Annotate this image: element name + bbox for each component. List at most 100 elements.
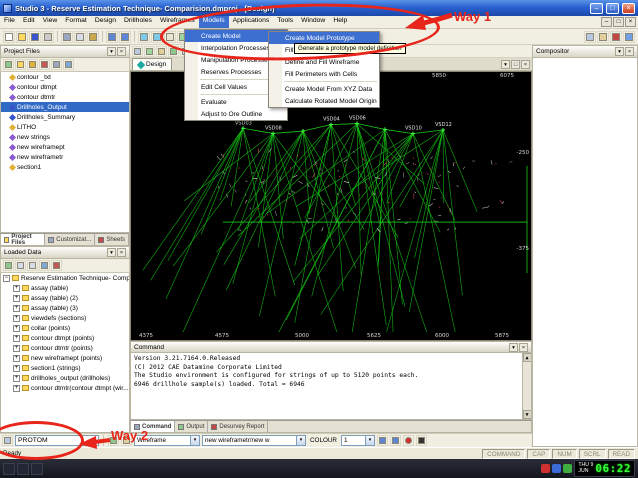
command-pin-icon[interactable]: ▾ — [509, 343, 518, 352]
tree-item[interactable]: new strings — [1, 132, 129, 142]
cut-icon[interactable] — [61, 31, 73, 43]
taskbar-app-icon[interactable] — [3, 463, 15, 475]
record-icon[interactable] — [403, 435, 414, 446]
tree-item[interactable]: +assay (table) (3) — [1, 303, 129, 313]
expand-icon[interactable]: + — [13, 325, 20, 332]
tree-item[interactable]: contour _txt — [1, 72, 129, 82]
loaded-data-close-icon[interactable]: × — [117, 248, 126, 257]
ld-collapse-icon[interactable] — [27, 260, 38, 271]
menu-item-adjust-to-ore-outline[interactable]: Adjust to Ore Outline — [185, 108, 287, 120]
tree-item[interactable]: +collar (points) — [1, 323, 129, 333]
maximize-button[interactable]: □ — [606, 3, 619, 14]
ld-expand-icon[interactable] — [15, 260, 26, 271]
menu-wireframes[interactable]: Wireframes — [156, 16, 199, 28]
colour-combo[interactable]: 1 ▾ — [341, 435, 375, 446]
tree-item-selected[interactable]: Drillholes_Output — [1, 102, 129, 112]
expand-icon[interactable]: + — [13, 295, 20, 302]
ld-remove-icon[interactable] — [51, 260, 62, 271]
expand-icon[interactable]: + — [13, 345, 20, 352]
tree-item[interactable]: +contour dtmtr (points) — [1, 343, 129, 353]
help-icon[interactable] — [623, 31, 635, 43]
viewtab-restore-icon[interactable]: □ — [511, 60, 520, 69]
menu-item-define-and-fill-wireframe[interactable]: Define and Fill Wireframe — [269, 56, 379, 68]
menu-item-create-model-from-xyz[interactable]: Create Model From XYZ Data — [269, 83, 379, 95]
tree-item[interactable]: LITHO — [1, 122, 129, 132]
chevron-down-icon[interactable]: ▾ — [365, 436, 374, 445]
table-view-icon[interactable] — [597, 31, 609, 43]
menu-item-calculate-rotated-model-origin[interactable]: Calculate Rotated Model Origin — [269, 95, 379, 107]
menu-tools[interactable]: Tools — [273, 16, 297, 28]
chevron-down-icon[interactable]: ▾ — [296, 436, 305, 445]
menu-format[interactable]: Format — [61, 16, 91, 28]
pf-export-icon[interactable] — [27, 59, 38, 70]
tab-project-files[interactable]: Project Files — [1, 234, 45, 245]
zoom-out-icon[interactable] — [151, 31, 163, 43]
compositor-body[interactable] — [532, 58, 638, 447]
menu-edit[interactable]: Edit — [19, 16, 39, 28]
pf-delete-icon[interactable] — [39, 59, 50, 70]
scroll-up-icon[interactable]: ▲ — [523, 353, 532, 362]
expand-icon[interactable]: + — [13, 335, 20, 342]
tree-item[interactable]: +contour dtmtr(contour dtmpt (wir... — [1, 383, 129, 393]
refresh-view-icon[interactable] — [168, 46, 179, 57]
tree-item[interactable]: contour dtmtr — [1, 92, 129, 102]
tree-item[interactable]: new wireframept — [1, 142, 129, 152]
section-view-icon[interactable] — [144, 46, 155, 57]
pf-properties-icon[interactable] — [51, 59, 62, 70]
ld-filter-icon[interactable] — [39, 260, 50, 271]
menu-item-fill-perimeters-with-cells[interactable]: Fill Perimeters with Cells — [269, 68, 379, 80]
compositor-close-icon[interactable]: × — [625, 47, 634, 56]
open-file-icon[interactable] — [16, 31, 28, 43]
tab-design[interactable]: Design — [132, 58, 172, 70]
command-scrollbar[interactable]: ▲ ▼ — [522, 353, 531, 419]
tree-item[interactable]: Drillholes_Summary — [1, 112, 129, 122]
loaded-data-pin-icon[interactable]: ▾ — [107, 248, 116, 257]
expand-icon[interactable]: + — [13, 365, 20, 372]
tray-network-icon[interactable] — [552, 464, 561, 473]
pf-import-icon[interactable] — [15, 59, 26, 70]
pan-icon[interactable] — [164, 31, 176, 43]
tree-item[interactable]: +new wireframept (points) — [1, 353, 129, 363]
tree-item[interactable]: +viewdefs (sections) — [1, 313, 129, 323]
tab-sheets[interactable]: Sheets — [95, 234, 129, 245]
tray-status-icon[interactable] — [563, 464, 572, 473]
tree-item[interactable]: +section1 (strings) — [1, 363, 129, 373]
redo-icon[interactable] — [119, 31, 131, 43]
zoom-in-icon[interactable] — [138, 31, 150, 43]
tree-item[interactable]: +assay (table) — [1, 283, 129, 293]
menu-drillholes[interactable]: Drillholes — [120, 16, 156, 28]
chevron-down-icon[interactable]: ▾ — [190, 436, 199, 445]
tab-desurvey-report[interactable]: Desurvey Report — [208, 421, 268, 432]
mdi-restore-button[interactable]: □ — [613, 17, 624, 27]
collapse-icon[interactable]: − — [3, 275, 10, 282]
expand-icon[interactable]: + — [13, 305, 20, 312]
taskbar-app-icon[interactable] — [17, 463, 29, 475]
tree-item[interactable]: +contour dtmpt (points) — [1, 333, 129, 343]
tab-command[interactable]: Command — [131, 421, 175, 432]
menu-design[interactable]: Design — [91, 16, 120, 28]
project-files-close-icon[interactable]: × — [117, 47, 126, 56]
tab-output[interactable]: Output — [175, 421, 208, 432]
paste-icon[interactable] — [87, 31, 99, 43]
ld-refresh-icon[interactable] — [3, 260, 14, 271]
macro-icon[interactable] — [121, 435, 132, 446]
plan-view-icon[interactable] — [132, 46, 143, 57]
expand-icon[interactable]: + — [13, 315, 20, 322]
expand-icon[interactable]: + — [13, 285, 20, 292]
tree-item[interactable]: section1 — [1, 162, 129, 172]
expand-icon[interactable]: + — [13, 355, 20, 362]
menu-applications[interactable]: Applications — [229, 16, 274, 28]
print-icon[interactable] — [42, 31, 54, 43]
object-type-combo[interactable]: Wireframe ▾ — [134, 435, 200, 446]
menu-window[interactable]: Window — [297, 16, 329, 28]
tree-root[interactable]: −Reserve Estimation Technique- Comp... — [1, 273, 129, 283]
grid-view-icon[interactable] — [584, 31, 596, 43]
wireframe-object-combo[interactable]: new wireframetr/new w ▾ — [202, 435, 306, 446]
command-input[interactable] — [15, 435, 99, 446]
copy-icon[interactable] — [74, 31, 86, 43]
project-files-pin-icon[interactable]: ▾ — [107, 47, 116, 56]
tree-item[interactable]: new wireframetr — [1, 152, 129, 162]
tab-customization[interactable]: Customizat... — [45, 234, 95, 245]
pf-refresh-icon[interactable] — [3, 59, 14, 70]
stop-icon[interactable] — [416, 435, 427, 446]
